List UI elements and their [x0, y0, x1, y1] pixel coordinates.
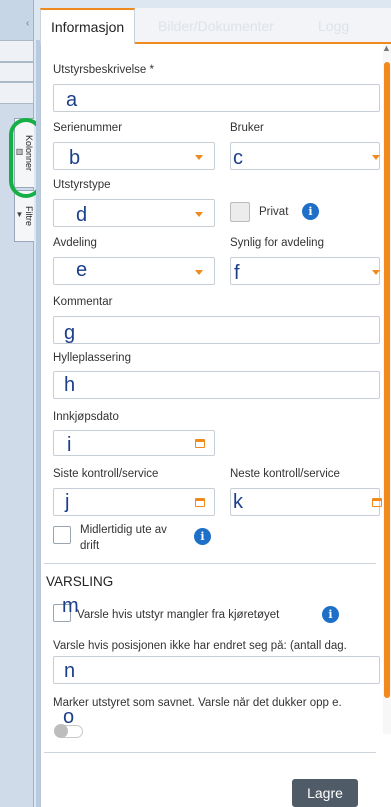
missing-from-vehicle-label: Varsle hvis utstyr mangler fra kjøretøye… — [77, 609, 280, 621]
mark-missing-label: Marker utstyret som savnet. Varsle når d… — [53, 697, 342, 709]
description-value: a — [66, 89, 78, 111]
calendar-icon[interactable] — [195, 498, 205, 507]
tab-label: Logg — [318, 18, 350, 34]
chevron-icon[interactable]: ‹ — [26, 18, 29, 29]
out-of-service-label-line2: drift — [80, 540, 100, 552]
last-service-value: j — [65, 491, 70, 513]
out-of-service-label-line1: Midlertidig ute av — [80, 524, 167, 536]
department-select[interactable]: e — [53, 257, 215, 285]
visible-for-value: f — [234, 262, 240, 284]
calendar-icon[interactable] — [195, 439, 205, 448]
tab-log[interactable]: Logg — [308, 8, 359, 44]
divider — [44, 563, 376, 564]
comment-input[interactable]: g — [53, 316, 380, 344]
visible-for-label: Synlig for avdeling — [230, 237, 324, 249]
private-label: Privat — [259, 206, 289, 218]
user-label: Bruker — [230, 122, 264, 134]
private-checkbox[interactable] — [230, 202, 250, 222]
chevron-down-icon — [372, 270, 380, 275]
chevron-down-icon — [195, 212, 203, 217]
filter-icon: ▼ — [15, 210, 24, 219]
serial-select[interactable]: b — [53, 142, 215, 170]
mark-missing-marker: o — [63, 706, 75, 728]
serial-value: b — [69, 147, 81, 169]
description-input[interactable]: a — [53, 84, 380, 112]
tab-information[interactable]: Informasjon — [40, 8, 136, 44]
chevron-down-icon — [195, 155, 203, 160]
info-icon[interactable]: i — [322, 606, 339, 623]
toggle-knob[interactable] — [54, 724, 68, 738]
alerts-section-title: VARSLING — [46, 574, 114, 589]
info-icon[interactable]: i — [194, 528, 211, 545]
comment-label: Kommentar — [53, 296, 113, 308]
user-select[interactable]: c — [230, 142, 380, 170]
position-unchanged-input[interactable]: n — [53, 656, 380, 684]
serial-label: Serienummer — [53, 122, 123, 134]
position-unchanged-label: Varsle hvis posisjonen ikke har endret s… — [53, 640, 347, 652]
calendar-icon[interactable] — [372, 498, 382, 507]
last-service-input[interactable]: j — [53, 488, 215, 516]
out-of-service-checkbox[interactable] — [53, 526, 71, 544]
tab-images-documents[interactable]: Bilder/Dokumenter — [148, 8, 284, 44]
sidebar-header: ‹ — [0, 0, 34, 40]
next-service-value: k — [233, 491, 243, 513]
purchase-date-label: Innkjøpsdato — [53, 411, 119, 423]
sidebar-row — [0, 82, 34, 104]
chevron-down-icon — [195, 270, 203, 275]
shelf-input[interactable]: h — [53, 371, 380, 399]
shelf-label: Hylleplassering — [53, 352, 131, 364]
sidebar-row — [0, 40, 34, 62]
comment-value: g — [64, 322, 76, 344]
tab-label: Bilder/Dokumenter — [158, 18, 274, 34]
next-service-label: Neste kontroll/service — [230, 468, 340, 480]
type-label: Utstyrstype — [53, 179, 111, 191]
last-service-label: Siste kontroll/service — [53, 468, 159, 480]
type-value: d — [76, 204, 88, 226]
purchase-date-input[interactable]: i — [53, 430, 215, 456]
info-icon[interactable]: i — [302, 203, 319, 220]
next-service-input[interactable]: k — [230, 488, 382, 516]
scrollbar-thumb[interactable] — [384, 62, 390, 698]
scroll-up-icon[interactable]: ▲ — [382, 43, 391, 53]
description-label: Utstyrsbeskrivelse * — [53, 64, 154, 76]
visible-for-select[interactable]: f — [230, 257, 380, 285]
user-value: c — [233, 147, 243, 169]
position-unchanged-value: n — [64, 660, 76, 682]
department-label: Avdeling — [53, 237, 97, 249]
save-button[interactable]: Lagre — [292, 779, 358, 807]
department-value: e — [76, 259, 88, 281]
sidebar-tab-label: Filtre — [24, 206, 34, 226]
purchase-date-value: i — [67, 434, 72, 456]
divider — [44, 752, 376, 753]
chevron-down-icon — [372, 155, 380, 160]
sidebar-row — [0, 62, 34, 82]
tab-label: Informasjon — [51, 19, 125, 35]
shelf-value: h — [64, 374, 76, 396]
type-select[interactable]: d — [53, 199, 215, 227]
